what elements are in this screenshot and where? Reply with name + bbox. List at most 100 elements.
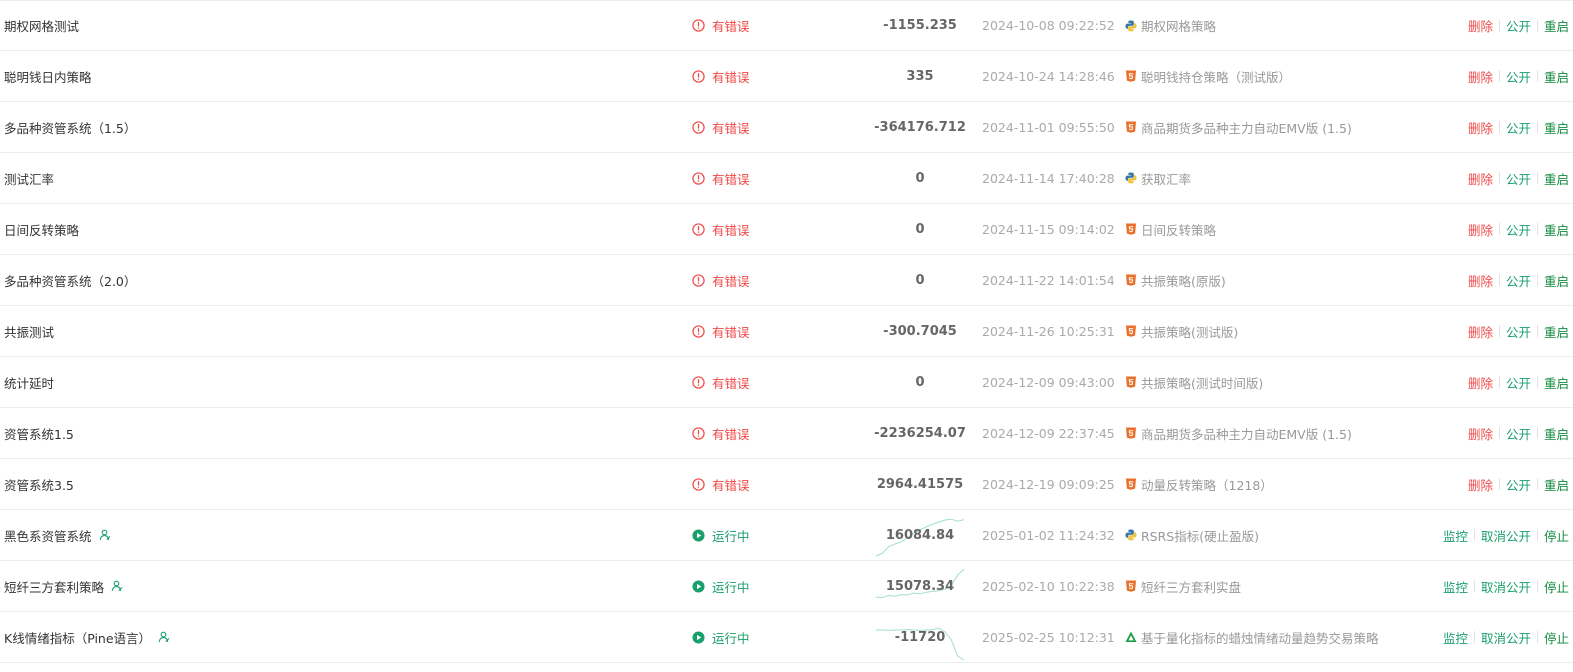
strategy-link[interactable]: 动量反转策略（1218）: [1141, 475, 1273, 494]
restart-button[interactable]: 重启: [1544, 322, 1569, 341]
error-icon: [692, 222, 705, 236]
publish-button[interactable]: 公开: [1506, 16, 1531, 35]
robot-name[interactable]: 共振测试: [4, 322, 54, 341]
publish-button[interactable]: 公开: [1506, 322, 1531, 341]
delete-button[interactable]: 删除: [1468, 424, 1493, 443]
robot-name[interactable]: 多品种资管系统（1.5）: [4, 118, 136, 137]
unpublish-button[interactable]: 取消公开: [1481, 526, 1531, 545]
row-actions: 删除 公开 重启: [1468, 1, 1569, 50]
strategy-link[interactable]: 共振策略(测试版): [1141, 322, 1238, 341]
shared-user-icon[interactable]: [99, 529, 111, 541]
delete-button[interactable]: 删除: [1468, 475, 1493, 494]
restart-button[interactable]: 重启: [1544, 169, 1569, 188]
publish-button[interactable]: 公开: [1506, 169, 1531, 188]
stop-button[interactable]: 停止: [1544, 526, 1569, 545]
delete-button[interactable]: 删除: [1468, 322, 1493, 341]
monitor-button[interactable]: 监控: [1443, 577, 1468, 596]
robot-name[interactable]: 资管系统1.5: [4, 424, 74, 443]
strategy-link[interactable]: 日间反转策略: [1141, 220, 1216, 239]
javascript-icon: [1125, 325, 1137, 337]
robot-name[interactable]: 聪明钱日内策略: [4, 67, 92, 86]
table-row[interactable]: 黑色系资管系统 运行中 16084.84 2025-01-02 11:24:32…: [0, 510, 1573, 561]
table-row[interactable]: 多品种资管系统（2.0） 有错误 0 2024-11-22 14:01:54 共…: [0, 255, 1573, 306]
restart-button[interactable]: 重启: [1544, 118, 1569, 137]
delete-button[interactable]: 删除: [1468, 373, 1493, 392]
robot-name[interactable]: K线情绪指标（Pine语言）: [4, 628, 151, 647]
table-row[interactable]: 日间反转策略 有错误 0 2024-11-15 09:14:02 日间反转策略 …: [0, 204, 1573, 255]
robot-name[interactable]: 多品种资管系统（2.0）: [4, 271, 136, 290]
action-divider: [1536, 19, 1538, 32]
robot-name[interactable]: 短纤三方套利策略: [4, 577, 104, 596]
profit-cell: 0: [872, 255, 968, 305]
table-row[interactable]: 资管系统3.5 有错误 2964.41575 2024-12-19 09:09:…: [0, 459, 1573, 510]
strategy-link[interactable]: 基于量化指标的蜡烛情绪动量趋势交易策略: [1141, 628, 1379, 647]
last-updated-time: 2025-02-25 10:12:31: [982, 612, 1115, 662]
table-row[interactable]: K线情绪指标（Pine语言） 运行中 -11720 2025-02-25 10:…: [0, 612, 1573, 663]
restart-button[interactable]: 重启: [1544, 16, 1569, 35]
play-icon: [692, 528, 705, 542]
stop-button[interactable]: 停止: [1544, 628, 1569, 647]
table-row[interactable]: 资管系统1.5 有错误 -2236254.07 2024-12-09 22:37…: [0, 408, 1573, 459]
strategy-cell: 动量反转策略（1218）: [1125, 459, 1273, 509]
monitor-button[interactable]: 监控: [1443, 526, 1468, 545]
shared-user-icon[interactable]: [158, 631, 170, 643]
table-row[interactable]: 多品种资管系统（1.5） 有错误 -364176.712 2024-11-01 …: [0, 102, 1573, 153]
robot-name[interactable]: 统计延时: [4, 373, 54, 392]
strategy-link[interactable]: 共振策略(测试时间版): [1141, 373, 1263, 392]
table-row[interactable]: 统计延时 有错误 0 2024-12-09 09:43:00 共振策略(测试时间…: [0, 357, 1573, 408]
stop-button[interactable]: 停止: [1544, 577, 1569, 596]
strategy-link[interactable]: 共振策略(原版): [1141, 271, 1226, 290]
delete-button[interactable]: 删除: [1468, 118, 1493, 137]
table-row[interactable]: 共振测试 有错误 -300.7045 2024-11-26 10:25:31 共…: [0, 306, 1573, 357]
robot-name[interactable]: 黑色系资管系统: [4, 526, 92, 545]
robot-name-cell: 多品种资管系统（2.0）: [4, 255, 136, 305]
robot-name[interactable]: 期权网格测试: [4, 16, 79, 35]
delete-button[interactable]: 删除: [1468, 67, 1493, 86]
profit-value: -364176.712: [874, 119, 966, 135]
publish-button[interactable]: 公开: [1506, 118, 1531, 137]
action-divider: [1536, 223, 1538, 235]
strategy-link[interactable]: 商品期货多品种主力自动EMV版 (1.5): [1141, 118, 1352, 137]
unpublish-button[interactable]: 取消公开: [1481, 628, 1531, 647]
strategy-link[interactable]: 商品期货多品种主力自动EMV版 (1.5): [1141, 424, 1352, 443]
strategy-link[interactable]: 获取汇率: [1141, 169, 1191, 188]
table-row[interactable]: 测试汇率 有错误 0 2024-11-14 17:40:28 获取汇率 删除 公开…: [0, 153, 1573, 204]
robot-name[interactable]: 资管系统3.5: [4, 475, 74, 494]
delete-button[interactable]: 删除: [1468, 220, 1493, 239]
status-cell: 运行中: [692, 612, 750, 662]
strategy-link[interactable]: RSRS指标(硬止盈版): [1141, 526, 1259, 545]
restart-button[interactable]: 重启: [1544, 373, 1569, 392]
delete-button[interactable]: 删除: [1468, 16, 1493, 35]
strategy-link[interactable]: 短纤三方套利实盘: [1141, 577, 1241, 596]
robot-name[interactable]: 测试汇率: [4, 169, 54, 188]
monitor-button[interactable]: 监控: [1443, 628, 1468, 647]
row-actions: 删除 公开 重启: [1468, 51, 1569, 101]
table-row[interactable]: 短纤三方套利策略 运行中 15078.34 2025-02-10 10:22:3…: [0, 561, 1573, 612]
robot-name[interactable]: 日间反转策略: [4, 220, 79, 239]
strategy-link[interactable]: 聪明钱持仓策略（测试版）: [1141, 67, 1291, 86]
restart-button[interactable]: 重启: [1544, 475, 1569, 494]
publish-button[interactable]: 公开: [1506, 67, 1531, 86]
restart-button[interactable]: 重启: [1544, 424, 1569, 443]
publish-button[interactable]: 公开: [1506, 475, 1531, 494]
time-text: 2024-11-26 10:25:31: [982, 323, 1115, 339]
publish-button[interactable]: 公开: [1506, 424, 1531, 443]
time-text: 2024-12-09 22:37:45: [982, 425, 1115, 441]
error-icon: [692, 324, 705, 338]
strategy-link[interactable]: 期权网格策略: [1141, 16, 1216, 35]
restart-button[interactable]: 重启: [1544, 220, 1569, 239]
publish-button[interactable]: 公开: [1506, 271, 1531, 290]
table-row[interactable]: 聪明钱日内策略 有错误 335 2024-10-24 14:28:46 聪明钱持…: [0, 51, 1573, 102]
publish-button[interactable]: 公开: [1506, 220, 1531, 239]
python-icon: [1125, 172, 1137, 184]
strategy-cell: 商品期货多品种主力自动EMV版 (1.5): [1125, 102, 1352, 152]
time-text: 2025-02-10 10:22:38: [982, 578, 1115, 594]
delete-button[interactable]: 删除: [1468, 169, 1493, 188]
restart-button[interactable]: 重启: [1544, 271, 1569, 290]
shared-user-icon[interactable]: [111, 580, 123, 592]
publish-button[interactable]: 公开: [1506, 373, 1531, 392]
delete-button[interactable]: 删除: [1468, 271, 1493, 290]
unpublish-button[interactable]: 取消公开: [1481, 577, 1531, 596]
table-row[interactable]: 期权网格测试 有错误 -1155.235 2024-10-08 09:22:52…: [0, 0, 1573, 51]
restart-button[interactable]: 重启: [1544, 67, 1569, 86]
